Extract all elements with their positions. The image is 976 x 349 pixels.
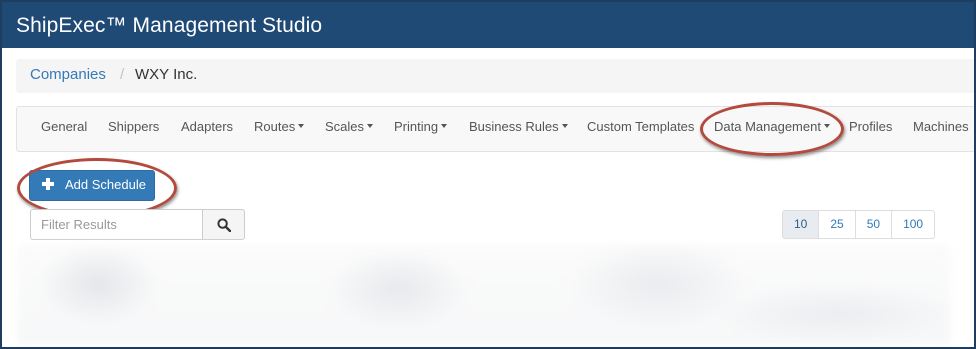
- nav-scales[interactable]: Scales: [325, 119, 374, 134]
- breadcrumb-separator: /: [120, 66, 125, 83]
- nav-label: Custom Templates: [587, 119, 695, 134]
- breadcrumb-current: WXY Inc.: [135, 66, 198, 83]
- app-window: ShipExec™ Management Studio Companies / …: [0, 0, 976, 349]
- caret-down-icon: [298, 124, 305, 128]
- page-size-25[interactable]: 25: [818, 210, 856, 239]
- nav-routes[interactable]: Routes: [254, 119, 305, 134]
- nav-label: Shippers: [108, 119, 160, 134]
- nav-label: Routes: [254, 119, 296, 134]
- company-nav-bar: General Shippers Adapters Routes Scales …: [16, 106, 974, 152]
- nav-data-management[interactable]: Data Management: [714, 119, 830, 134]
- app-title: ShipExec™ Management Studio: [16, 14, 323, 37]
- page-size-50[interactable]: 50: [854, 210, 893, 239]
- nav-label: Machines: [913, 119, 969, 134]
- caret-down-icon: [367, 124, 374, 128]
- nav-label: Profiles: [849, 119, 893, 134]
- page-size-10[interactable]: 10: [782, 210, 820, 239]
- filter-results-input[interactable]: [30, 209, 203, 240]
- nav-printing[interactable]: Printing: [394, 119, 448, 134]
- caret-down-icon: [441, 124, 448, 128]
- breadcrumb-companies-link[interactable]: Companies: [30, 66, 106, 83]
- add-schedule-label: Add Schedule: [65, 177, 146, 192]
- nav-adapters[interactable]: Adapters: [181, 119, 233, 134]
- add-schedule-button[interactable]: Add Schedule: [29, 170, 155, 201]
- nav-general[interactable]: General: [41, 119, 87, 134]
- nav-label: Scales: [325, 119, 365, 134]
- search-button[interactable]: [202, 209, 245, 240]
- nav-label: General: [41, 119, 88, 134]
- nav-label: Business Rules: [469, 119, 559, 134]
- plus-icon: [42, 178, 54, 190]
- nav-label: Adapters: [181, 119, 234, 134]
- search-icon: [217, 218, 231, 232]
- nav-machines[interactable]: Machines: [913, 119, 969, 134]
- caret-down-icon: [823, 124, 830, 128]
- caret-down-icon: [561, 124, 568, 128]
- nav-label: Printing: [394, 119, 439, 134]
- page-size-selector: 10 25 50 100: [782, 210, 936, 239]
- nav-custom-templates[interactable]: Custom Templates: [587, 119, 694, 134]
- breadcrumb: Companies / WXY Inc.: [16, 59, 974, 93]
- title-bar: ShipExec™ Management Studio: [2, 2, 974, 48]
- nav-shippers[interactable]: Shippers: [108, 119, 159, 134]
- nav-profiles[interactable]: Profiles: [849, 119, 892, 134]
- page-size-100[interactable]: 100: [891, 210, 936, 239]
- nav-business-rules[interactable]: Business Rules: [469, 119, 568, 134]
- blurred-results-area: [18, 244, 950, 344]
- nav-label: Data Management: [714, 119, 821, 134]
